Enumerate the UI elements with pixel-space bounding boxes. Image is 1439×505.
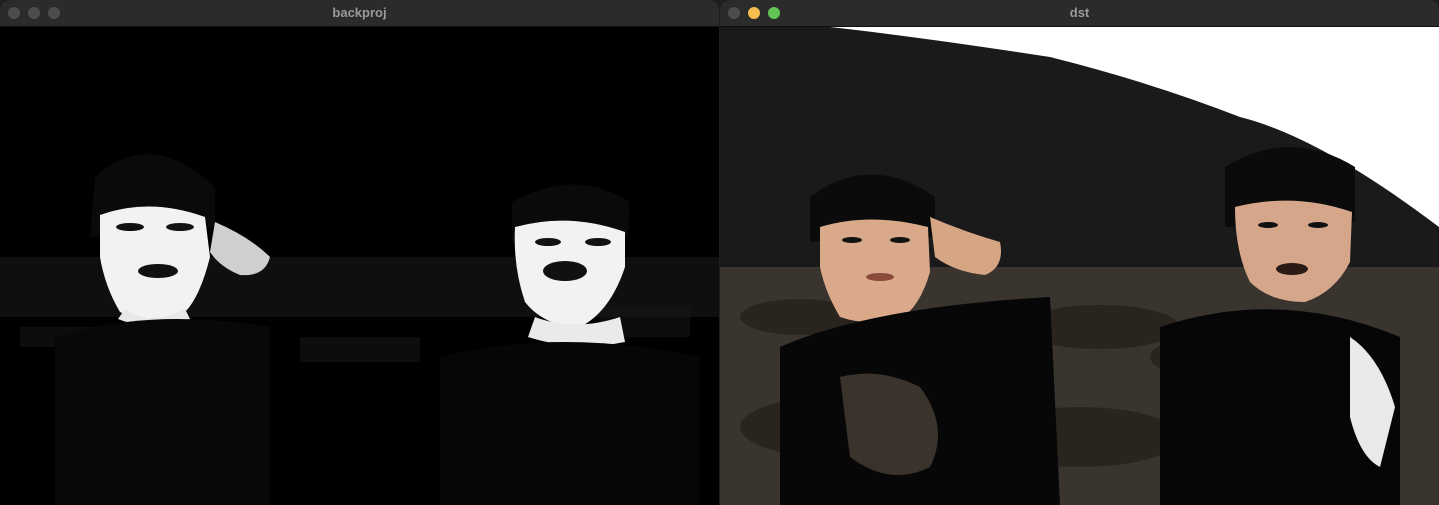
dst-window[interactable]: dst — [720, 0, 1439, 505]
window-title: dst — [1069, 5, 1090, 20]
backproj-image — [0, 27, 719, 505]
dst-titlebar[interactable]: dst — [720, 0, 1439, 27]
dst-image — [720, 27, 1439, 505]
backproj-titlebar[interactable]: backproj — [0, 0, 719, 27]
backproj-window[interactable]: backproj — [0, 0, 719, 505]
window-title: backproj — [332, 5, 387, 20]
